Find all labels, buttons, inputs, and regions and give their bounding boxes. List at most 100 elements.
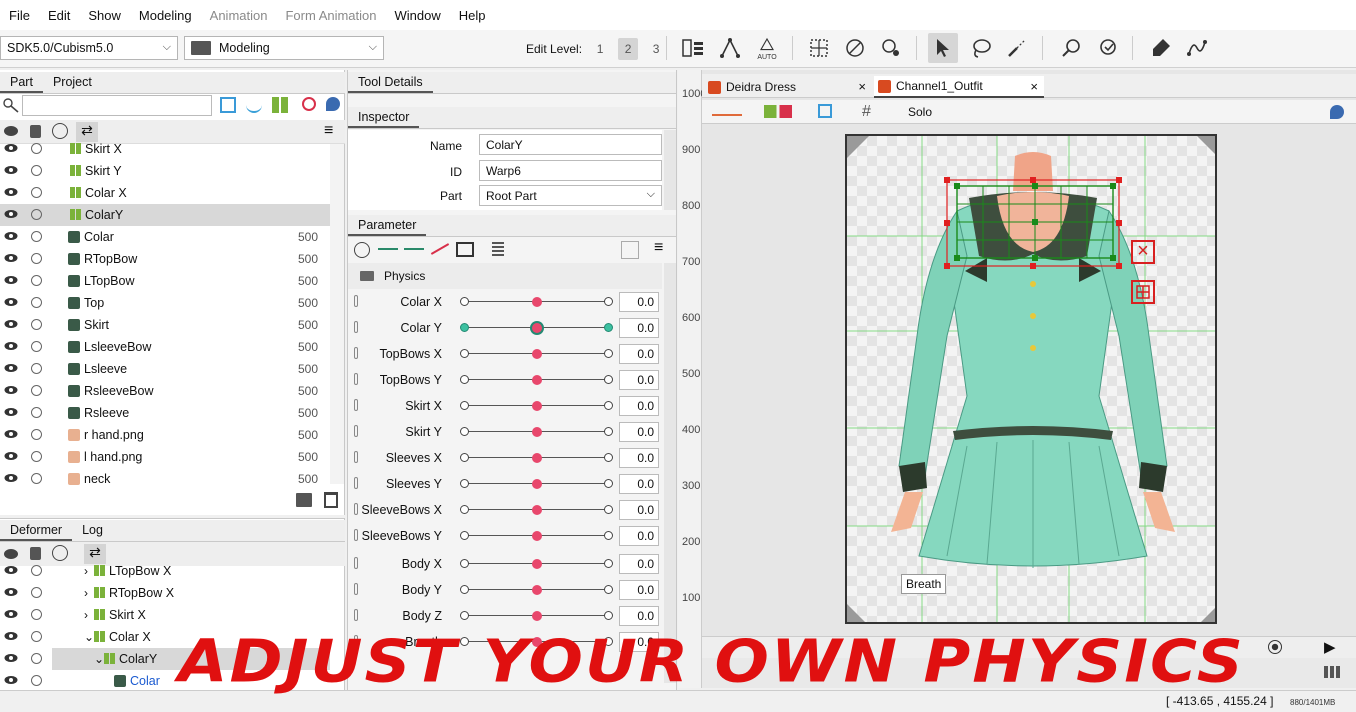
visibility-eye-icon[interactable] [4,653,18,663]
slider-handle[interactable] [532,611,542,621]
visibility-eye-icon[interactable] [4,126,18,136]
keyform-indicator-icon[interactable] [354,295,358,307]
tab-tool-details[interactable]: Tool Details [348,72,433,93]
slider-max-key[interactable] [604,559,613,568]
brush-select-icon[interactable] [1002,33,1032,63]
play-icon[interactable]: ▶ [1324,638,1336,656]
edit-level-1-button[interactable]: 1 [590,38,610,60]
slider-min-key[interactable] [460,375,469,384]
filter-icon[interactable] [2,97,20,113]
lock-toggle-icon[interactable] [31,407,42,418]
menu-edit[interactable]: Edit [39,8,79,23]
parameter-set-icon[interactable] [456,242,474,257]
slider-min-key[interactable] [460,479,469,488]
close-icon[interactable]: × [858,79,866,94]
expand-icon[interactable] [52,545,68,561]
parameter-value-field[interactable]: 0.0 [619,474,659,494]
id-field[interactable]: Warp6 [479,160,662,181]
new-rotation-icon[interactable] [302,97,316,111]
model-settings-icon[interactable] [678,33,708,63]
slider-min-key[interactable] [460,323,469,332]
parameter-value-field[interactable]: 0.0 [619,580,659,600]
visibility-eye-icon[interactable] [4,297,18,307]
parameter-value-field[interactable]: 0.0 [619,526,659,546]
new-folder-icon[interactable] [296,493,312,507]
visibility-eye-icon[interactable] [4,429,18,439]
tab-parameter[interactable]: Parameter [348,215,427,236]
visibility-eye-icon[interactable] [4,587,18,597]
pen-tool-icon[interactable] [1146,33,1176,63]
tab-log[interactable]: Log [72,520,113,541]
visibility-eye-icon[interactable] [4,143,18,153]
slider-min-key[interactable] [460,349,469,358]
keyform-indicator-icon[interactable] [354,503,358,515]
visibility-eye-icon[interactable] [4,209,18,219]
tab-project[interactable]: Project [43,72,102,93]
menu-file[interactable]: File [0,8,39,23]
part-row[interactable]: RsleeveBow 500 [0,380,330,402]
keyform-indicator-icon[interactable] [354,529,358,541]
keyform-indicator-icon[interactable] [354,347,358,359]
rotate-tool-icon[interactable] [1092,33,1122,63]
slider-handle[interactable] [532,479,542,489]
lock-toggle-icon[interactable] [31,451,42,462]
slider-handle[interactable] [532,297,542,307]
visibility-eye-icon[interactable] [4,165,18,175]
lock-toggle-icon[interactable] [31,165,42,176]
menu-form-animation[interactable]: Form Animation [276,8,385,23]
expand-chevron-icon[interactable]: ⌄ [94,652,104,666]
slider-max-key[interactable] [604,375,613,384]
keyform-indicator-icon[interactable] [354,609,358,621]
visibility-eye-icon[interactable] [4,565,18,575]
slider-handle[interactable] [532,585,542,595]
layout-icon[interactable] [1324,666,1342,678]
parameter-value-field[interactable]: 0.0 [619,606,659,626]
slider-min-key[interactable] [460,401,469,410]
collapse-icon[interactable] [52,123,68,139]
slider-min-key[interactable] [460,505,469,514]
parameter-value-field[interactable]: 0.0 [619,344,659,364]
part-row[interactable]: ColarY [0,204,330,226]
part-row[interactable]: l hand.png 500 [0,446,330,468]
new-warp-icon[interactable] [272,97,288,113]
warp-deformer-icon[interactable] [220,97,236,113]
visibility-eye-icon[interactable] [4,451,18,461]
visibility-eye-icon[interactable] [4,341,18,351]
slider-min-key[interactable] [460,585,469,594]
visibility-eye-icon[interactable] [4,275,18,285]
grid-icon[interactable]: # [862,103,871,121]
sdk-version-select[interactable]: SDK5.0/Cubism5.0 ⌵ [0,36,178,60]
slider-max-key[interactable] [604,427,613,436]
slider-max-key[interactable] [604,585,613,594]
slider-min-key[interactable] [460,453,469,462]
edit-level-2-button[interactable]: 2 [618,38,639,60]
part-row[interactable]: Colar X [0,182,330,204]
visibility-eye-icon[interactable] [4,253,18,263]
slider-min-key[interactable] [460,531,469,540]
lock-toggle-icon[interactable] [31,609,42,620]
slider-max-key[interactable] [604,479,613,488]
auto-mesh-icon[interactable]: AUTO [752,33,782,63]
visibility-eye-icon[interactable] [4,631,18,641]
slider-handle[interactable] [532,531,542,541]
pin-icon[interactable] [1330,105,1344,119]
tab-part[interactable]: Part [0,72,43,93]
lock-toggle-icon[interactable] [31,385,42,396]
add-3-keys-icon[interactable] [404,248,424,250]
lock-toggle-icon[interactable] [31,429,42,440]
pin-icon[interactable] [326,97,340,111]
mesh-visibility-icon[interactable] [818,104,832,118]
part-row[interactable]: LTopBow 500 [0,270,330,292]
deformer-row[interactable]: › LTopBow X [0,560,330,582]
mode-select[interactable]: Modeling ⌵ [184,36,384,60]
expand-chevron-icon[interactable]: › [84,564,94,578]
lock-icon[interactable] [30,547,41,560]
lock-toggle-icon[interactable] [31,319,42,330]
lock-toggle-icon[interactable] [31,297,42,308]
slider-handle[interactable] [532,323,542,333]
parameter-value-field[interactable]: 0.0 [619,318,659,338]
inspector-scrollbar[interactable] [664,130,676,210]
slider-max-key[interactable] [604,611,613,620]
menu-animation[interactable]: Animation [201,8,277,23]
slider-handle[interactable] [532,427,542,437]
